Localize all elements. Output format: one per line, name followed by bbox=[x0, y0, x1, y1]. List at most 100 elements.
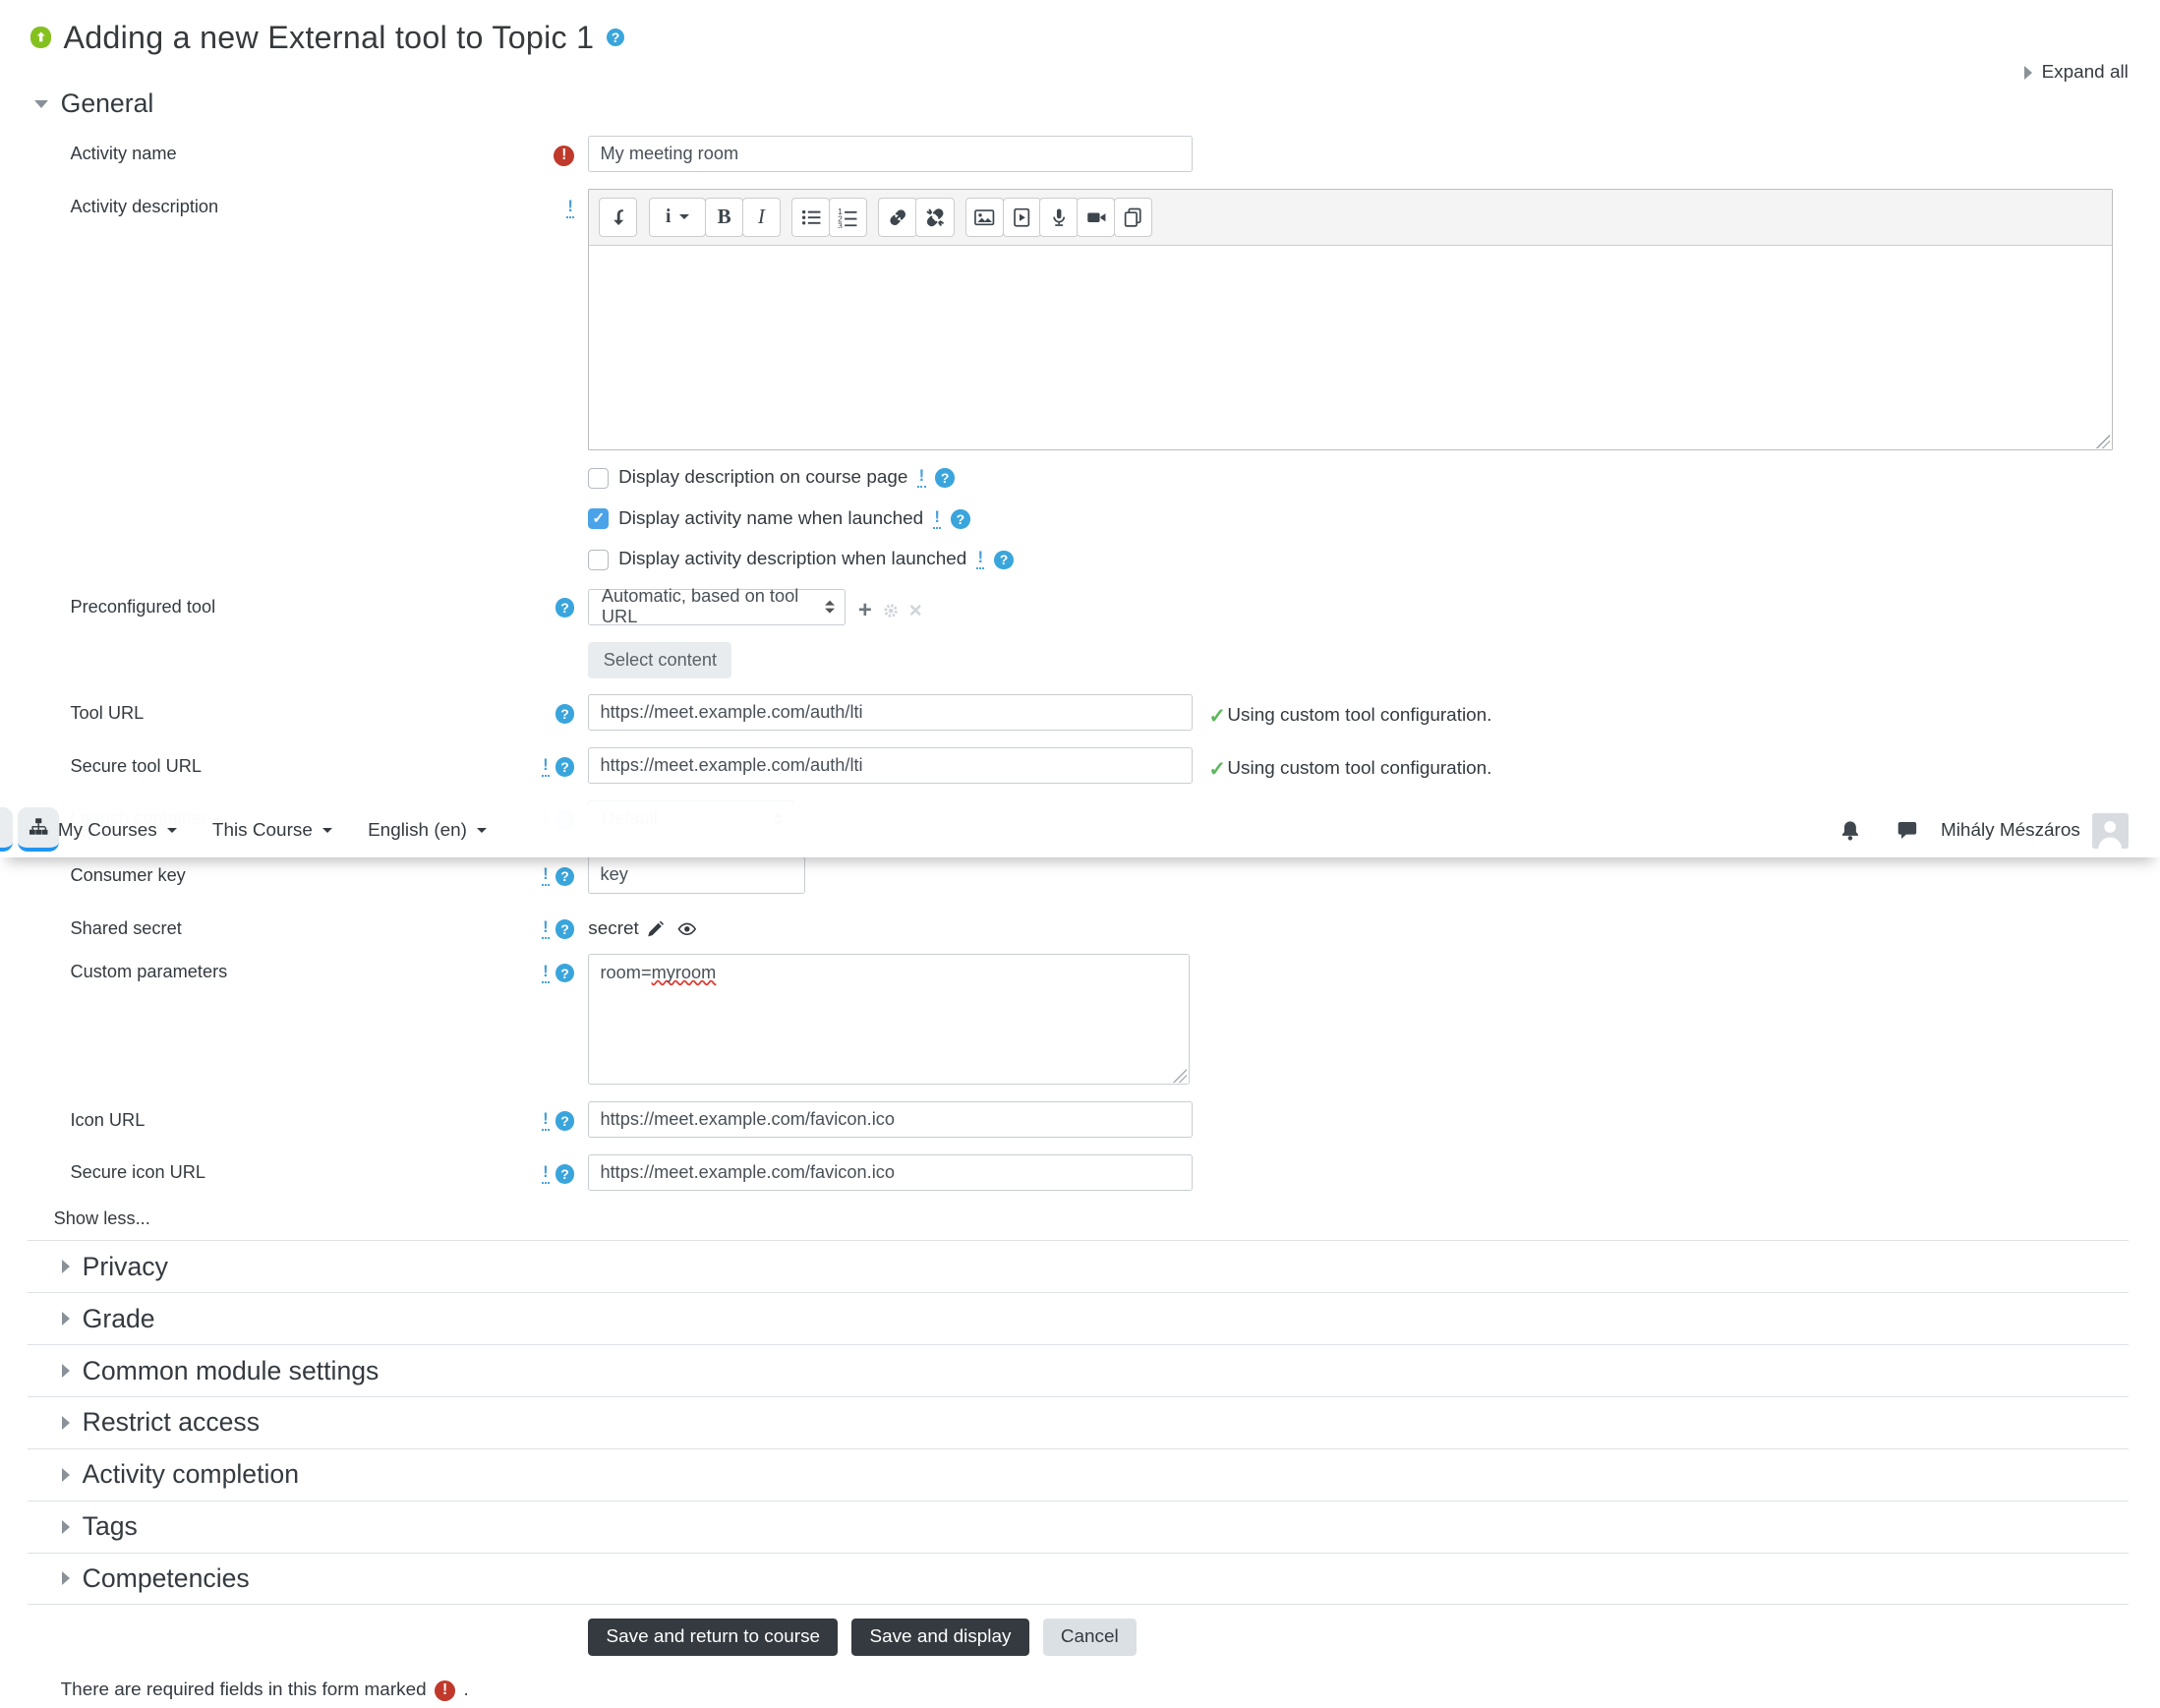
section-activity-completion[interactable]: Activity completion bbox=[28, 1447, 2129, 1501]
custom-parameters-textarea[interactable]: room=myroom bbox=[588, 953, 1190, 1086]
record-audio-icon[interactable] bbox=[1039, 198, 1079, 237]
checkbox-label: Display activity name when launched bbox=[618, 507, 924, 529]
manage-files-icon[interactable] bbox=[1114, 198, 1153, 237]
nav-my-courses[interactable]: My Courses bbox=[58, 820, 177, 842]
record-video-icon[interactable] bbox=[1077, 198, 1116, 237]
nav-tab-sitemap[interactable] bbox=[18, 807, 60, 852]
secure-icon-url-input[interactable] bbox=[588, 1154, 1193, 1192]
display-desc-launched-checkbox[interactable] bbox=[588, 549, 610, 570]
bold-icon[interactable]: B bbox=[704, 198, 744, 237]
help-icon[interactable]: ? bbox=[555, 963, 575, 983]
secure-icon-url-label: Secure icon URL bbox=[70, 1162, 206, 1183]
preconfigured-tool-select[interactable]: Automatic, based on tool URL bbox=[588, 586, 846, 626]
activity-name-input[interactable] bbox=[588, 136, 1193, 173]
advanced-marker-icon: ! bbox=[932, 507, 942, 529]
user-name[interactable]: Mihály Mészáros bbox=[1941, 820, 2080, 842]
custom-parameters-row: Custom parameters !? room=myroom bbox=[30, 953, 2129, 1086]
chevron-right-icon bbox=[62, 1571, 70, 1586]
preconfigured-tool-label: Preconfigured tool bbox=[70, 596, 216, 617]
add-tool-icon[interactable]: + bbox=[858, 599, 872, 622]
collapsed-sections: Privacy Grade Common module settings Res… bbox=[28, 1240, 2129, 1606]
chevron-right-icon bbox=[62, 1260, 70, 1274]
page-title: Adding a new External tool to Topic 1 bbox=[63, 19, 595, 55]
edit-pencil-icon[interactable] bbox=[646, 919, 666, 939]
link-icon[interactable] bbox=[878, 198, 917, 237]
messages-chat-icon[interactable] bbox=[1896, 819, 1919, 843]
tool-url-input[interactable] bbox=[588, 694, 1193, 732]
required-fields-note: There are required fields in this form m… bbox=[60, 1679, 469, 1701]
consumer-key-input[interactable] bbox=[588, 856, 805, 894]
icon-url-row: Icon URL !? bbox=[30, 1101, 2129, 1139]
select-content-button[interactable]: Select content bbox=[588, 642, 732, 678]
notifications-bell-icon[interactable] bbox=[1839, 819, 1862, 843]
misspelled-word: myroom bbox=[651, 963, 717, 983]
icon-url-input[interactable] bbox=[588, 1101, 1193, 1139]
section-general[interactable]: General bbox=[34, 88, 2129, 119]
chevron-right-icon bbox=[62, 1364, 70, 1379]
advanced-marker-icon: ! bbox=[976, 549, 985, 570]
italic-icon[interactable]: I bbox=[741, 198, 782, 237]
tool-url-label: Tool URL bbox=[70, 702, 145, 723]
eye-icon[interactable] bbox=[677, 919, 697, 939]
external-tool-form-page: Adding a new External tool to Topic 1 ? … bbox=[0, 0, 2160, 1708]
section-tags[interactable]: Tags bbox=[28, 1500, 2129, 1553]
save-return-button[interactable]: Save and return to course bbox=[588, 1619, 839, 1657]
paragraph-styles-icon[interactable]: i bbox=[648, 198, 707, 237]
section-competencies[interactable]: Competencies bbox=[28, 1552, 2129, 1606]
preconfigured-tool-row: Preconfigured tool ? Automatic, based on… bbox=[30, 586, 2129, 678]
nav-tab-partial[interactable] bbox=[0, 807, 13, 852]
help-icon[interactable]: ? bbox=[555, 598, 575, 618]
show-less-link[interactable]: Show less... bbox=[54, 1208, 2129, 1229]
display-description-checkbox[interactable] bbox=[588, 467, 610, 489]
display-name-launched-checkbox-row: Display activity name when launched ! ? bbox=[588, 507, 2129, 530]
checkbox-label: Display activity description when launch… bbox=[618, 549, 967, 570]
shared-secret-value: secret bbox=[588, 917, 639, 939]
help-icon[interactable]: ? bbox=[555, 919, 575, 940]
unlink-icon[interactable] bbox=[915, 198, 955, 237]
activity-name-label: Activity name bbox=[70, 144, 177, 164]
ordered-list-icon[interactable]: 123 bbox=[829, 198, 868, 237]
help-icon[interactable]: ? bbox=[555, 1111, 575, 1131]
image-icon[interactable] bbox=[964, 198, 1004, 237]
resize-handle[interactable] bbox=[2096, 434, 2111, 448]
expand-all-link[interactable]: Expand all bbox=[2023, 62, 2129, 84]
help-icon[interactable]: ? bbox=[606, 29, 625, 47]
chevron-right-icon bbox=[62, 1519, 70, 1534]
page-header: Adding a new External tool to Topic 1 ? bbox=[29, 19, 2129, 56]
editor-text-area[interactable] bbox=[589, 246, 2111, 449]
secure-tool-url-input[interactable] bbox=[588, 747, 1193, 785]
help-icon[interactable]: ? bbox=[555, 704, 575, 724]
advanced-marker-icon: ! bbox=[541, 1163, 551, 1185]
checkbox-label: Display description on course page bbox=[618, 467, 908, 489]
section-common-module-settings[interactable]: Common module settings bbox=[28, 1344, 2129, 1396]
collapse-toolbar-icon[interactable] bbox=[599, 198, 638, 237]
section-restrict-access[interactable]: Restrict access bbox=[28, 1396, 2129, 1448]
cancel-button[interactable]: Cancel bbox=[1042, 1619, 1137, 1657]
help-icon[interactable]: ? bbox=[555, 1164, 575, 1184]
required-icon: ! bbox=[435, 1679, 456, 1701]
media-icon[interactable] bbox=[1002, 198, 1041, 237]
display-name-launched-checkbox[interactable] bbox=[588, 508, 610, 530]
shared-secret-row: Shared secret !? secret bbox=[30, 910, 2129, 940]
help-icon[interactable]: ? bbox=[555, 866, 575, 887]
help-icon[interactable]: ? bbox=[994, 550, 1014, 570]
avatar[interactable] bbox=[2092, 812, 2129, 850]
section-grade[interactable]: Grade bbox=[28, 1292, 2129, 1344]
editor-toolbar: i B I 123 bbox=[589, 189, 2112, 246]
save-display-button[interactable]: Save and display bbox=[851, 1619, 1029, 1657]
delete-tool-icon: × bbox=[908, 598, 922, 623]
select-arrows-icon bbox=[825, 601, 836, 614]
required-icon: ! bbox=[554, 145, 575, 166]
help-icon[interactable]: ? bbox=[951, 508, 970, 529]
rich-text-editor: i B I 123 bbox=[588, 188, 2113, 451]
form-actions: Save and return to course Save and displ… bbox=[588, 1619, 2129, 1657]
svg-text:3: 3 bbox=[839, 220, 844, 228]
section-privacy[interactable]: Privacy bbox=[28, 1240, 2129, 1292]
resize-handle[interactable] bbox=[1173, 1069, 1188, 1084]
nav-language[interactable]: English (en) bbox=[368, 820, 487, 842]
help-icon[interactable]: ? bbox=[935, 468, 955, 488]
nav-this-course[interactable]: This Course bbox=[212, 820, 332, 842]
secure-tool-url-label: Secure tool URL bbox=[70, 755, 202, 776]
help-icon[interactable]: ? bbox=[555, 757, 575, 777]
unordered-list-icon[interactable] bbox=[791, 198, 831, 237]
